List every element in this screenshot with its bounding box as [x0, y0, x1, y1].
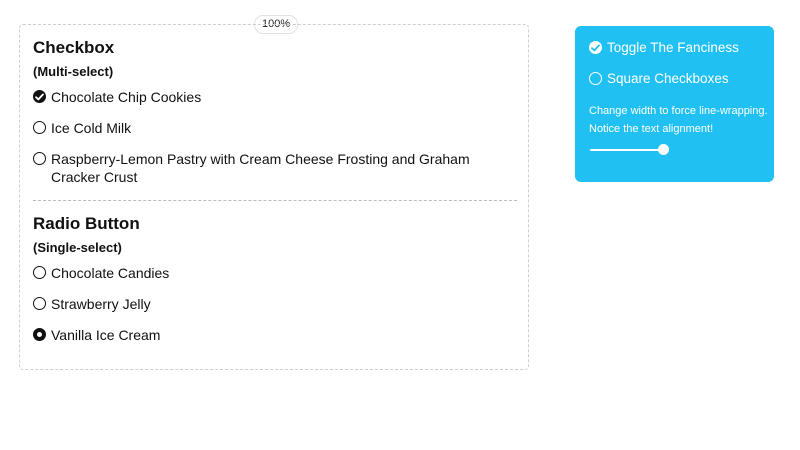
option-label: Raspberry-Lemon Pastry with Cream Cheese… [51, 151, 470, 185]
toggle-fanciness-label: Toggle The Fanciness [607, 40, 739, 55]
checkbox-group-title: Checkbox [33, 38, 115, 57]
checkbox-unchecked-icon [589, 72, 602, 85]
width-slider[interactable] [590, 144, 670, 156]
option-label: Chocolate Candies [51, 265, 170, 281]
radio-group-header: Radio Button (Single-select) [33, 214, 140, 256]
checkbox-group-subtitle: (Multi-select) [33, 64, 114, 79]
option-label: Strawberry Jelly [51, 296, 151, 312]
radio-vanilla-ice-cream[interactable]: Vanilla Ice Cream [33, 326, 501, 344]
radio-group-subtitle: (Single-select) [33, 240, 122, 255]
checkbox-unchecked-icon [33, 121, 46, 134]
radio-unselected-icon [33, 297, 46, 310]
radio-group-title: Radio Button [33, 214, 140, 233]
radio-unselected-icon [33, 266, 46, 279]
square-checkboxes-label: Square Checkboxes [607, 71, 729, 86]
toggle-fanciness-checkbox[interactable]: Toggle The Fanciness [589, 40, 739, 55]
radio-strawberry-jelly[interactable]: Strawberry Jelly [33, 295, 501, 313]
slider-thumb[interactable] [658, 144, 669, 155]
checkbox-raspberry-lemon-pastry[interactable]: Raspberry-Lemon Pastry with Cream Cheese… [33, 150, 501, 186]
option-label: Vanilla Ice Cream [51, 327, 161, 343]
checkbox-ice-cold-milk[interactable]: Ice Cold Milk [33, 119, 501, 137]
checkbox-checked-icon [589, 41, 602, 54]
checkbox-unchecked-icon [33, 152, 46, 165]
settings-panel: Toggle The Fanciness Square Checkboxes C… [575, 26, 774, 182]
checkbox-group-header: Checkbox (Multi-select) [33, 38, 114, 80]
checkbox-checked-icon [33, 90, 46, 103]
section-divider [33, 200, 517, 201]
checkbox-chocolate-chip-cookies[interactable]: Chocolate Chip Cookies [33, 88, 501, 106]
slider-track [590, 149, 660, 151]
square-checkboxes-checkbox[interactable]: Square Checkboxes [589, 71, 729, 86]
radio-selected-icon [33, 328, 46, 341]
option-label: Chocolate Chip Cookies [51, 89, 202, 105]
line-wrap-note: Change width to force line-wrapping. Not… [589, 105, 768, 135]
option-label: Ice Cold Milk [51, 120, 132, 136]
demo-card: Checkbox (Multi-select) Chocolate Chip C… [19, 24, 529, 370]
radio-chocolate-candies[interactable]: Chocolate Candies [33, 264, 501, 282]
